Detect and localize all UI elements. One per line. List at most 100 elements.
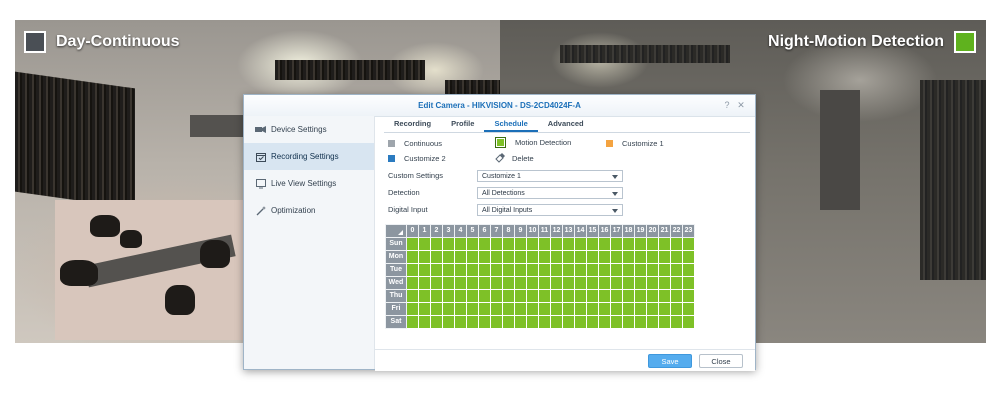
sidebar-item-optimization[interactable]: Optimization [244,197,374,224]
schedule-slot[interactable] [418,250,431,264]
schedule-slot[interactable] [646,237,659,251]
schedule-slot[interactable] [598,315,611,329]
schedule-slot[interactable] [586,250,599,264]
schedule-slot[interactable] [634,237,647,251]
schedule-slot[interactable] [610,289,623,303]
schedule-slot[interactable] [526,302,539,316]
sidebar-item-recording-settings[interactable]: Recording Settings [244,143,374,170]
schedule-slot[interactable] [478,315,491,329]
schedule-slot[interactable] [682,250,695,264]
schedule-slot[interactable] [610,250,623,264]
schedule-slot[interactable] [622,237,635,251]
schedule-slot[interactable] [586,302,599,316]
hour-header[interactable]: 7 [490,224,503,238]
schedule-slot[interactable] [478,302,491,316]
schedule-slot[interactable] [430,263,443,277]
schedule-slot[interactable] [598,276,611,290]
hour-header[interactable]: 20 [646,224,659,238]
schedule-slot[interactable] [634,263,647,277]
schedule-slot[interactable] [610,315,623,329]
legend-customize-1[interactable]: Customize 1 [606,139,664,148]
schedule-slot[interactable] [574,263,587,277]
schedule-slot[interactable] [562,276,575,290]
schedule-slot[interactable] [466,289,479,303]
schedule-slot[interactable] [466,237,479,251]
schedule-slot[interactable] [562,237,575,251]
schedule-slot[interactable] [442,276,455,290]
tab-advanced[interactable]: Advanced [538,116,594,132]
schedule-slot[interactable] [682,289,695,303]
schedule-slot[interactable] [454,315,467,329]
schedule-slot[interactable] [478,250,491,264]
schedule-slot[interactable] [454,237,467,251]
hour-header[interactable]: 11 [538,224,551,238]
help-icon[interactable]: ? [721,99,733,111]
schedule-slot[interactable] [634,289,647,303]
schedule-slot[interactable] [430,302,443,316]
schedule-slot[interactable] [562,289,575,303]
schedule-slot[interactable] [586,289,599,303]
schedule-slot[interactable] [418,315,431,329]
schedule-slot[interactable] [526,289,539,303]
schedule-slot[interactable] [454,276,467,290]
schedule-slot[interactable] [466,276,479,290]
schedule-slot[interactable] [538,289,551,303]
schedule-slot[interactable] [598,250,611,264]
schedule-slot[interactable] [490,263,503,277]
schedule-slot[interactable] [682,315,695,329]
schedule-slot[interactable] [478,263,491,277]
schedule-slot[interactable] [598,302,611,316]
hour-header[interactable]: 15 [586,224,599,238]
schedule-slot[interactable] [418,276,431,290]
close-button[interactable]: Close [699,354,743,368]
schedule-slot[interactable] [658,289,671,303]
schedule-slot[interactable] [442,237,455,251]
schedule-slot[interactable] [418,237,431,251]
schedule-slot[interactable] [622,315,635,329]
schedule-slot[interactable] [550,276,563,290]
schedule-slot[interactable] [586,276,599,290]
schedule-slot[interactable] [418,289,431,303]
hour-header[interactable]: 10 [526,224,539,238]
schedule-slot[interactable] [610,302,623,316]
schedule-slot[interactable] [646,315,659,329]
schedule-slot[interactable] [646,263,659,277]
schedule-slot[interactable] [478,289,491,303]
schedule-slot[interactable] [622,263,635,277]
digital-input-select[interactable]: All Digital Inputs [477,204,623,216]
schedule-slot[interactable] [430,250,443,264]
schedule-slot[interactable] [562,302,575,316]
tab-schedule[interactable]: Schedule [484,116,538,132]
hour-header[interactable]: 4 [454,224,467,238]
schedule-slot[interactable] [670,250,683,264]
schedule-slot[interactable] [538,263,551,277]
schedule-slot[interactable] [682,263,695,277]
hour-header[interactable]: 23 [682,224,695,238]
schedule-slot[interactable] [454,263,467,277]
day-header[interactable]: Tue [385,263,407,277]
close-icon[interactable]: ✕ [735,99,747,111]
hour-header[interactable]: 17 [610,224,623,238]
schedule-slot[interactable] [454,302,467,316]
day-header[interactable]: Mon [385,250,407,264]
schedule-slot[interactable] [466,263,479,277]
hour-header[interactable]: 21 [658,224,671,238]
schedule-slot[interactable] [418,302,431,316]
schedule-slot[interactable] [406,263,419,277]
hour-header[interactable]: 14 [574,224,587,238]
schedule-slot[interactable] [466,250,479,264]
schedule-slot[interactable] [430,315,443,329]
schedule-slot[interactable] [526,263,539,277]
schedule-slot[interactable] [634,250,647,264]
schedule-slot[interactable] [682,302,695,316]
schedule-slot[interactable] [658,315,671,329]
schedule-slot[interactable] [658,263,671,277]
custom-settings-select[interactable]: Customize 1 [477,170,623,182]
schedule-slot[interactable] [586,263,599,277]
save-button[interactable]: Save [648,354,692,368]
schedule-slot[interactable] [454,289,467,303]
schedule-slot[interactable] [634,315,647,329]
hour-header[interactable]: 6 [478,224,491,238]
schedule-slot[interactable] [670,263,683,277]
legend-delete[interactable]: Delete [495,153,534,163]
